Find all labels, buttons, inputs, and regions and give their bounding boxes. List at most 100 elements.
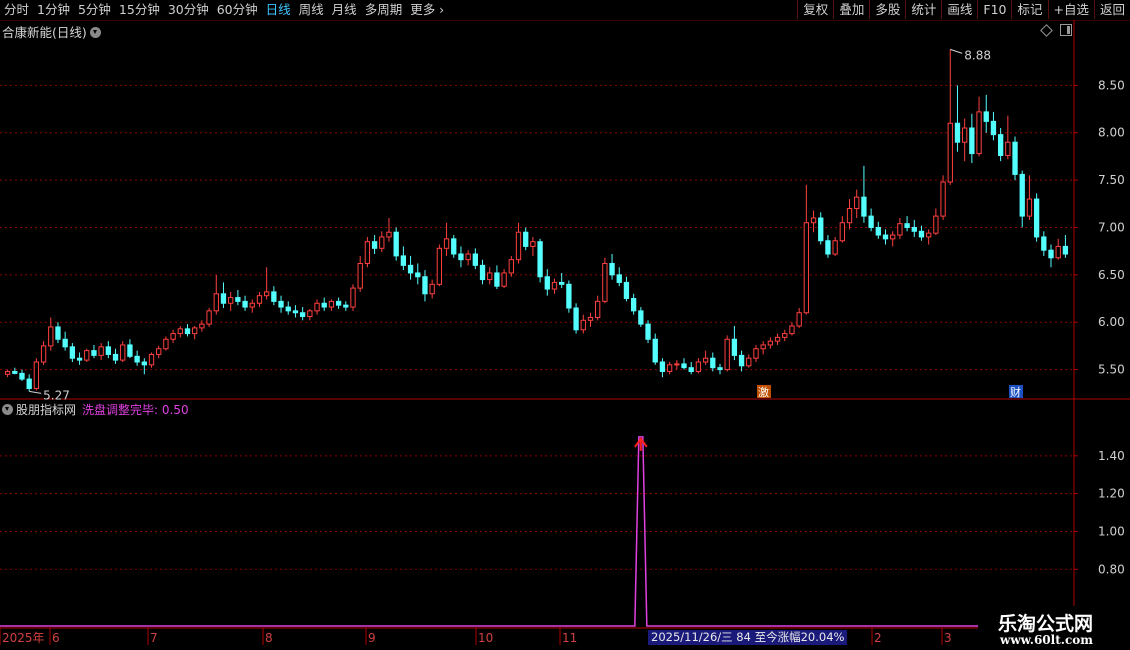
candle-body <box>335 300 342 306</box>
candle-body <box>4 370 11 375</box>
candle-body <box>983 111 989 122</box>
candle-body <box>105 346 112 355</box>
candle-body <box>170 333 176 340</box>
site-logo: 乐淘公式网 www.60lt.com <box>978 606 1130 650</box>
price-tick-label: 5.50 <box>1098 363 1125 377</box>
candle-body <box>357 262 363 289</box>
candle-body <box>990 120 997 136</box>
indicator-tick-label: 1.20 <box>1098 487 1125 501</box>
candle-body <box>220 293 227 304</box>
candle-body <box>566 283 572 309</box>
price-tick-label: 7.00 <box>1098 220 1125 234</box>
date-label: 7 <box>150 631 158 645</box>
candle-body <box>846 208 853 224</box>
logo-url: www.60lt.com <box>1000 633 1093 647</box>
candle-body <box>587 316 594 321</box>
candle-body <box>904 223 910 228</box>
candle-body <box>256 295 263 304</box>
candle-body <box>782 333 788 338</box>
candle-body <box>674 363 680 366</box>
candle-body <box>659 361 666 372</box>
candle-body <box>530 241 536 247</box>
candle-body <box>343 304 349 308</box>
badge-label: 激 <box>758 385 769 399</box>
candle-body <box>666 364 673 372</box>
candle-body <box>882 234 889 240</box>
candle-body <box>278 300 284 308</box>
low-marker-line <box>29 390 42 394</box>
candle-body <box>832 240 838 255</box>
candle-body <box>595 300 601 318</box>
candle-body <box>724 338 730 371</box>
candle-body <box>774 336 781 342</box>
candle-body <box>48 326 54 347</box>
candle-body <box>501 272 507 287</box>
candle-body <box>602 262 608 302</box>
candle-body <box>55 326 61 340</box>
candle-body <box>702 357 709 363</box>
candle-body <box>120 344 126 361</box>
candle-body <box>825 240 831 255</box>
candle-body <box>1005 141 1011 156</box>
candle-body <box>609 262 615 276</box>
candle-body <box>285 306 291 312</box>
candle-body <box>69 346 76 359</box>
candle-body <box>422 276 428 295</box>
candle-body <box>379 236 385 249</box>
date-label: 11 <box>562 631 577 645</box>
candle-body <box>19 372 25 380</box>
indicator-tick-label: 0.80 <box>1098 562 1125 576</box>
price-tick-label: 6.50 <box>1098 268 1125 282</box>
candle-body <box>84 350 90 361</box>
candle-body <box>515 231 522 261</box>
date-label: 2025年 <box>2 631 45 645</box>
logo-text: 乐淘公式网 <box>998 613 1094 635</box>
candle-body <box>415 272 421 278</box>
candle-body <box>559 281 565 285</box>
date-label: 3 <box>944 631 952 645</box>
candle-body <box>206 310 212 325</box>
high-marker-line <box>950 48 963 54</box>
candle-body <box>803 222 810 314</box>
candle-body <box>76 357 83 361</box>
candle-body <box>386 231 392 238</box>
candle-body <box>818 217 824 242</box>
candle-body <box>854 196 860 210</box>
candle-body <box>62 338 68 348</box>
candle-body <box>33 361 40 390</box>
candle-body <box>163 338 169 350</box>
candle-body <box>940 181 946 217</box>
candle-body <box>12 370 18 374</box>
candle-body <box>681 363 687 369</box>
candle-body <box>235 297 241 302</box>
candle-body <box>228 297 234 304</box>
candle-body <box>630 298 637 312</box>
date-label: 10 <box>478 631 493 645</box>
candle-body <box>436 247 443 285</box>
candle-body <box>192 327 198 335</box>
candle-body <box>551 281 558 290</box>
candle-body <box>652 338 658 363</box>
badge-label: 财 <box>1010 385 1021 399</box>
candle-body <box>443 238 450 249</box>
candle-body <box>997 134 1004 156</box>
candle-body <box>1033 198 1040 238</box>
candle-body <box>479 264 486 281</box>
candle-body <box>465 253 471 261</box>
kline-chart[interactable]: 8.50 8.00 7.50 7.00 6.50 6.00 5.50 1.40 1.20 1.00… <box>0 0 1130 650</box>
candle-body <box>1055 245 1061 259</box>
candle-body <box>1019 173 1025 217</box>
candle-body <box>1041 236 1047 251</box>
candle-body <box>472 253 478 266</box>
candle-body <box>638 310 644 325</box>
price-tick-label: 8.00 <box>1098 126 1125 140</box>
candle-body <box>537 241 543 278</box>
candle-body <box>839 222 845 242</box>
candle-body <box>148 353 155 366</box>
candle-body <box>731 338 738 356</box>
candle-body <box>199 323 205 329</box>
candle-body <box>688 367 694 372</box>
status-tip: 2025/11/26/三 84 至今涨幅20.04% <box>648 630 848 645</box>
candle-body <box>1048 249 1054 259</box>
candle-body <box>645 323 651 340</box>
